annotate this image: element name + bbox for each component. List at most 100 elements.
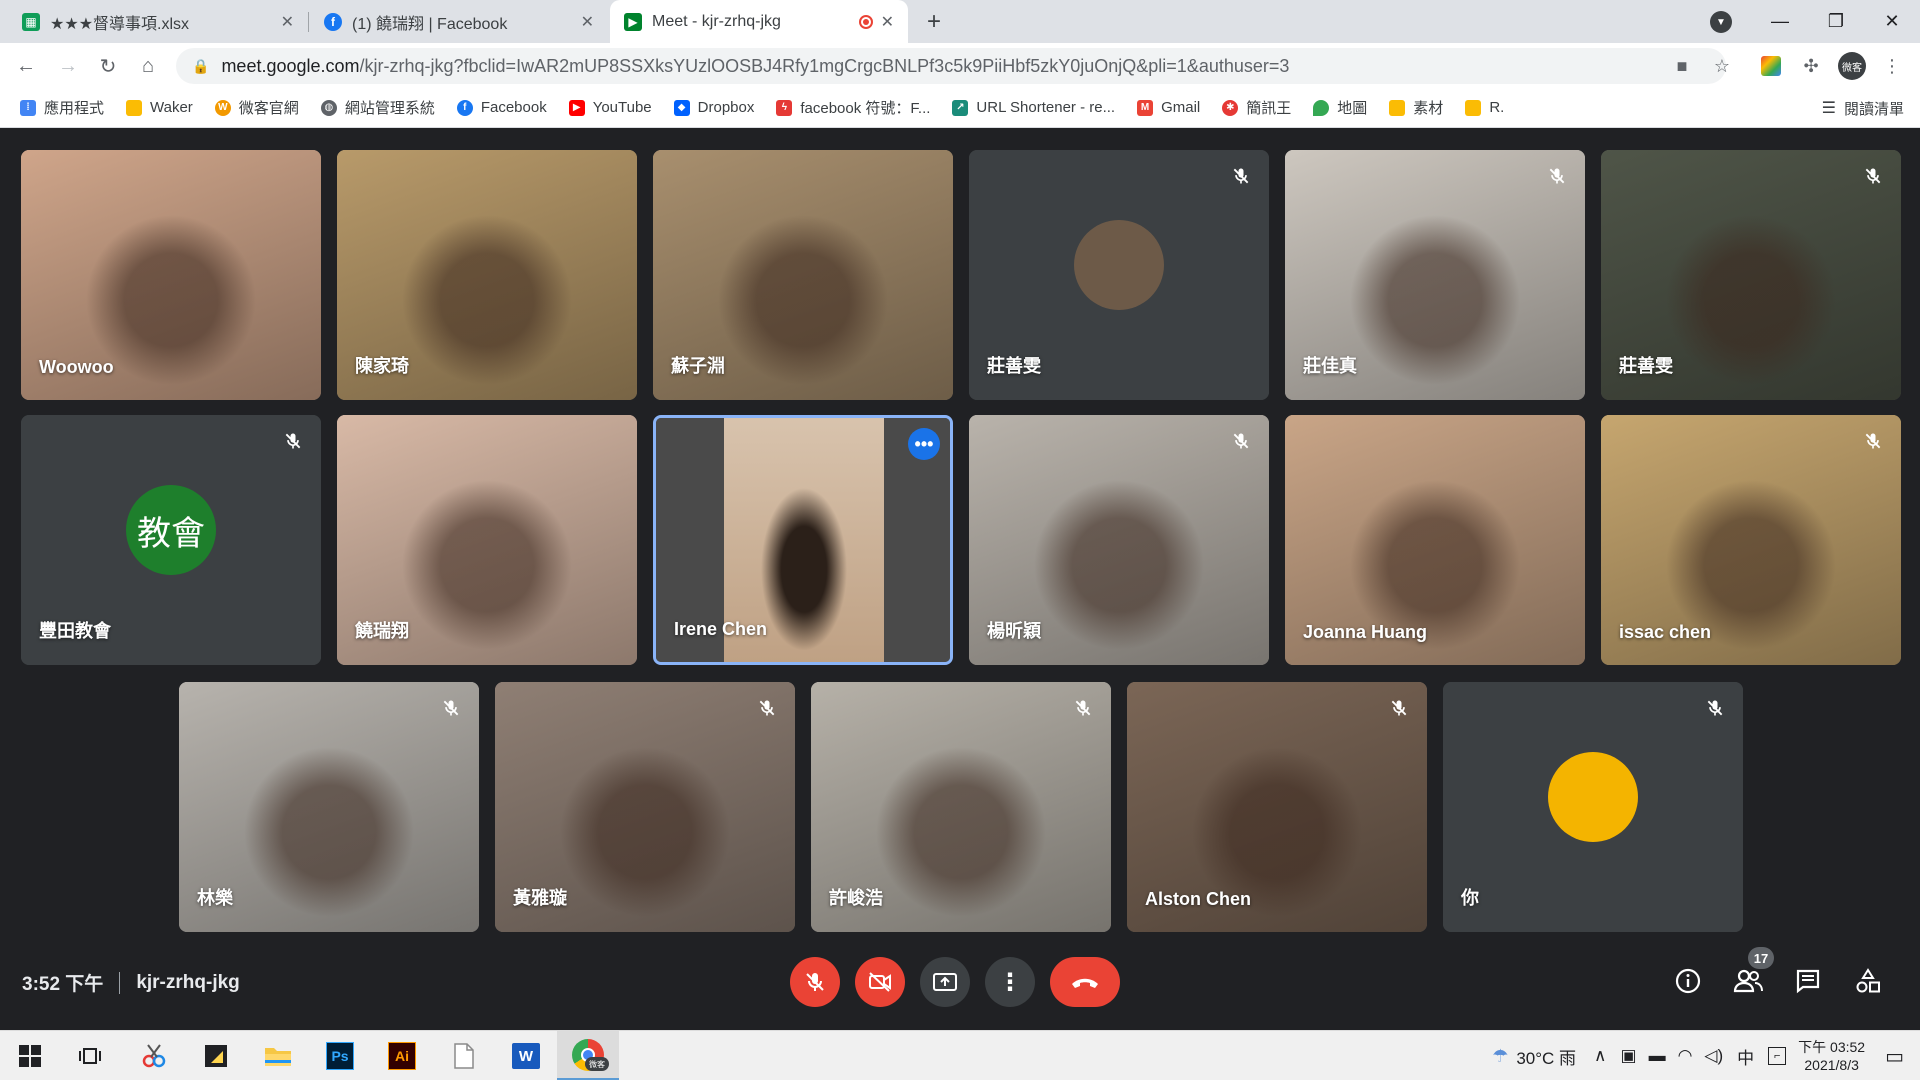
participant-tile[interactable]: 莊佳真	[1285, 150, 1585, 400]
participant-tile[interactable]: 黃雅璇	[495, 682, 795, 932]
bookmark-fb-symbols[interactable]: ϟ facebook 符號：F...	[776, 97, 930, 118]
participant-tile[interactable]: ••• Irene Chen	[653, 415, 953, 665]
address-bar[interactable]: 🔒 meet.google.com/kjr-zrhq-jkg?fbclid=Iw…	[176, 48, 1726, 84]
participant-tile[interactable]: 林樂	[179, 682, 479, 932]
bookmark-label: URL Shortener - re...	[976, 99, 1116, 116]
task-view-icon[interactable]	[70, 1036, 110, 1076]
forward-icon[interactable]: →	[52, 50, 84, 82]
bookmark-star-icon[interactable]: ☆	[1708, 52, 1736, 80]
volume-icon[interactable]: ◁)	[1704, 1046, 1723, 1066]
bookmark-gmail[interactable]: M Gmail	[1137, 99, 1200, 116]
bookmark-waker[interactable]: Waker	[126, 99, 193, 116]
close-window-icon[interactable]: ✕	[1864, 0, 1920, 43]
camera-icon[interactable]: ■	[1668, 52, 1696, 80]
facebook-icon: f	[324, 12, 342, 31]
participant-tile[interactable]: 莊善雯	[1601, 150, 1901, 400]
end-call-button[interactable]	[1050, 957, 1120, 1007]
bookmark-youtube[interactable]: ▶ YouTube	[568, 99, 652, 116]
mic-toggle-button[interactable]	[790, 957, 840, 1007]
bookmark-admin[interactable]: ◍ 網站管理系統	[320, 97, 435, 118]
home-icon[interactable]: ⌂	[132, 50, 164, 82]
bookmark-apps[interactable]: ⁞ 應用程式	[20, 97, 104, 118]
participant-tile[interactable]: Woowoo	[21, 150, 321, 400]
bookmark-label: Facebook	[480, 99, 547, 116]
participant-tile[interactable]: 楊昕穎	[969, 415, 1269, 665]
tab-title: Meet - kjr-zrhq-jkg	[652, 12, 781, 30]
participant-tile[interactable]: Joanna Huang	[1285, 415, 1585, 665]
participant-tile[interactable]: 饒瑞翔	[337, 415, 637, 665]
restore-icon[interactable]: ❐	[1808, 0, 1864, 43]
info-icon	[1675, 968, 1701, 994]
participant-tile[interactable]: issac chen	[1601, 415, 1901, 665]
ime-indicator[interactable]: 中	[1737, 1044, 1754, 1069]
participant-tile[interactable]: 莊善雯	[969, 150, 1269, 400]
tile-more-options-icon[interactable]: •••	[908, 428, 940, 460]
menu-kebab-icon[interactable]: ⋮	[1878, 52, 1906, 80]
reload-icon[interactable]: ↻	[92, 50, 124, 82]
people-count-badge: 17	[1748, 947, 1774, 969]
more-options-button[interactable]: ⋮	[985, 957, 1035, 1007]
back-icon[interactable]: ←	[10, 50, 42, 82]
bookmark-url-shortener[interactable]: ↗ URL Shortener - re...	[952, 99, 1115, 116]
blank-document-icon[interactable]	[444, 1036, 484, 1076]
camera-toggle-button[interactable]	[855, 957, 905, 1007]
tray-chevron-icon[interactable]: ∧	[1594, 1046, 1606, 1066]
clock[interactable]: 下午 03:52 2021/8/3	[1798, 1038, 1865, 1074]
meeting-details-button[interactable]	[1670, 963, 1706, 999]
file-explorer-icon[interactable]	[258, 1036, 298, 1076]
chat-button[interactable]	[1790, 963, 1826, 999]
bookmark-official-site[interactable]: W 微客官網	[214, 97, 299, 118]
bookmark-r[interactable]: R.	[1465, 99, 1504, 116]
bookmark-sms[interactable]: ✱ 簡訊王	[1222, 97, 1291, 118]
participant-tile[interactable]: 陳家琦	[337, 150, 637, 400]
ime-mode-icon[interactable]: ⌐	[1768, 1047, 1787, 1065]
profile-avatar[interactable]: 微客	[1838, 52, 1866, 80]
battery-icon[interactable]: ▬	[1649, 1046, 1666, 1066]
bookmark-facebook[interactable]: f Facebook	[456, 99, 547, 116]
sticky-notes-icon[interactable]	[196, 1036, 236, 1076]
extension-color-icon[interactable]	[1757, 52, 1785, 80]
tab-search-icon[interactable]: ▼	[1710, 11, 1732, 33]
weather-icon[interactable]: ☂	[1492, 1046, 1508, 1067]
close-icon[interactable]: ✕	[581, 12, 594, 32]
bookmark-assets[interactable]: 素材	[1389, 97, 1443, 118]
participant-tile[interactable]: Alston Chen	[1127, 682, 1427, 932]
bookmark-label: Waker	[150, 99, 193, 116]
close-icon[interactable]: ✕	[881, 12, 894, 32]
minimize-icon[interactable]: —	[1752, 0, 1808, 43]
tab-meet[interactable]: ▶ Meet - kjr-zrhq-jkg ✕	[610, 0, 908, 43]
photoshop-icon[interactable]: Ps	[320, 1036, 360, 1076]
participant-avatar	[1548, 752, 1638, 842]
reading-list-button[interactable]: ☰ 閱讀清單	[1822, 88, 1904, 128]
chrome-taskbar-button[interactable]: 微客	[557, 1031, 619, 1080]
weather-text[interactable]: 30°C 雨	[1516, 1044, 1576, 1069]
word-icon[interactable]: W	[506, 1036, 546, 1076]
bookmark-label: Gmail	[1161, 99, 1201, 116]
bookmark-dropbox[interactable]: ◆ Dropbox	[673, 99, 754, 116]
device-icon[interactable]: ▣	[1621, 1046, 1637, 1066]
participant-name: 饒瑞翔	[355, 621, 409, 641]
tab-sheets[interactable]: ▦ ★★★督導事項.xlsx ✕	[8, 0, 308, 43]
participant-tile[interactable]: 你	[1443, 682, 1743, 932]
bookmark-maps[interactable]: 地圖	[1313, 97, 1367, 118]
new-tab-button[interactable]: +	[918, 6, 950, 38]
close-icon[interactable]: ✕	[281, 12, 294, 32]
participant-tile[interactable]: 蘇子淵	[653, 150, 953, 400]
participant-name: 莊善雯	[987, 356, 1041, 376]
wifi-icon[interactable]: ◠	[1678, 1046, 1693, 1066]
notification-icon[interactable]: ▭	[1885, 1044, 1904, 1069]
windows-start-icon[interactable]	[10, 1036, 50, 1076]
illustrator-icon[interactable]: Ai	[382, 1036, 422, 1076]
tab-facebook[interactable]: f (1) 饒瑞翔 | Facebook ✕	[310, 0, 608, 43]
participant-tile[interactable]: 許峻浩	[811, 682, 1111, 932]
url-path: /kjr-zrhq-jkg?fbclid=IwAR2mUP8SSXksYUzlO…	[359, 55, 1290, 76]
present-screen-button[interactable]	[920, 957, 970, 1007]
mic-muted-icon	[1859, 162, 1887, 190]
bookmark-label: 素材	[1413, 100, 1444, 117]
snip-tool-icon[interactable]	[134, 1036, 174, 1076]
extensions-icon[interactable]: ✣	[1797, 52, 1825, 80]
participant-name: 許峻浩	[829, 888, 883, 908]
activities-button[interactable]	[1850, 963, 1886, 999]
participant-tile[interactable]: 教會 豐田教會	[21, 415, 321, 665]
sheets-icon: ▦	[22, 12, 40, 31]
